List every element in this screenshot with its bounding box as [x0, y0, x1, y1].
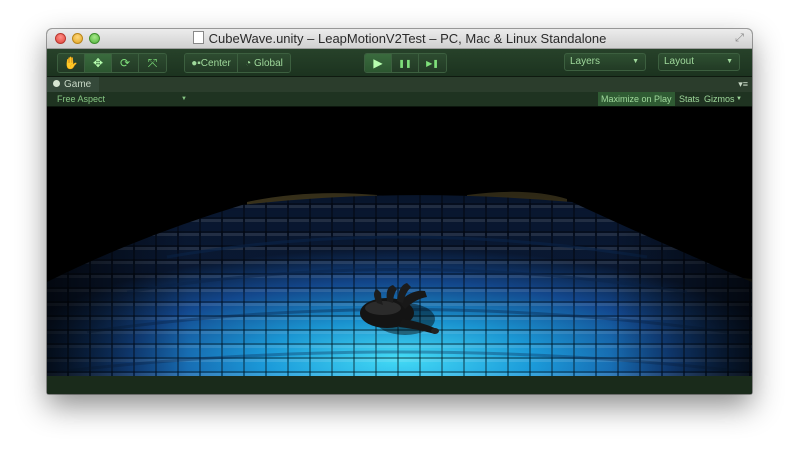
play-button[interactable]: ▶: [365, 54, 392, 72]
pivot-icon: ●▪: [191, 57, 201, 69]
move-icon: ✥: [92, 56, 104, 70]
maximize-on-play-toggle[interactable]: Maximize on Play: [598, 92, 675, 106]
global-icon: ◔: [245, 57, 252, 69]
pause-icon: ❚❚: [398, 58, 412, 68]
rotate-icon: ⟳: [119, 56, 131, 70]
transform-tools: ✋ ✥ ⟳ ⤧: [57, 53, 167, 73]
playback-controls: ▶ ❚❚ ▶❚: [364, 53, 447, 73]
pivot-center-button[interactable]: ●▪Center: [185, 54, 238, 72]
play-icon: ▶: [373, 56, 383, 70]
space-global-button[interactable]: ◔ Global: [238, 54, 290, 72]
scale-tool-button[interactable]: ⤧: [139, 54, 166, 72]
tab-game-label: Game: [64, 79, 92, 90]
pause-button[interactable]: ❚❚: [392, 54, 419, 72]
gizmos-dropdown[interactable]: Gizmos: [701, 92, 738, 106]
rotate-tool-button[interactable]: ⟳: [112, 54, 139, 72]
window-title-text: CubeWave.unity – LeapMotionV2Test – PC, …: [208, 31, 607, 46]
game-viewport[interactable]: [47, 107, 752, 394]
step-button[interactable]: ▶❚: [419, 54, 446, 72]
tab-menu-icon[interactable]: ▾≡: [738, 77, 748, 92]
space-label-text: Global: [253, 57, 283, 69]
window-title: CubeWave.unity – LeapMotionV2Test – PC, …: [47, 29, 752, 49]
unity-editor-window: CubeWave.unity – LeapMotionV2Test – PC, …: [47, 29, 752, 394]
tab-game[interactable]: Game: [47, 77, 100, 92]
tab-bar: Game ▾≡: [47, 77, 752, 93]
move-tool-button[interactable]: ✥: [85, 54, 112, 72]
viewport-footer-strip: [47, 376, 752, 394]
pivot-center-label: ●▪Center: [185, 58, 237, 69]
layers-dropdown[interactable]: Layers ▼: [564, 53, 646, 71]
space-global-label: ◔ Global: [239, 58, 289, 69]
aspect-dropdown[interactable]: Free Aspect: [57, 92, 105, 106]
chevron-down-icon: ▼: [736, 96, 742, 102]
cube-wave-scene: [47, 107, 752, 394]
layout-label: Layout: [664, 56, 695, 67]
layers-label: Layers: [570, 56, 601, 67]
document-icon: [192, 31, 204, 44]
chevron-down-icon: ▼: [181, 96, 187, 102]
game-view-toolbar: Free Aspect ▼ Maximize on Play Stats Giz…: [47, 92, 752, 107]
chevron-down-icon: ▼: [726, 58, 733, 65]
fullscreen-icon[interactable]: ⤢: [733, 32, 746, 45]
stats-toggle[interactable]: Stats: [676, 92, 703, 106]
chevron-down-icon: ▼: [632, 58, 639, 65]
game-view-icon: [53, 80, 60, 87]
hand-tool-button[interactable]: ✋: [58, 54, 85, 72]
scale-icon: ⤧: [147, 55, 158, 70]
step-icon: ▶❚: [426, 58, 439, 68]
layout-dropdown[interactable]: Layout ▼: [658, 53, 740, 71]
title-bar: CubeWave.unity – LeapMotionV2Test – PC, …: [47, 29, 752, 49]
pivot-toggle-group: ●▪Center ◔ Global: [184, 53, 291, 73]
pivot-label-text: Center: [200, 57, 231, 69]
toolbar: ✋ ✥ ⟳ ⤧ ●▪Center ◔ Global ▶ ❚❚ ▶❚ Layers…: [47, 49, 752, 77]
hand-icon: ✋: [63, 56, 79, 70]
